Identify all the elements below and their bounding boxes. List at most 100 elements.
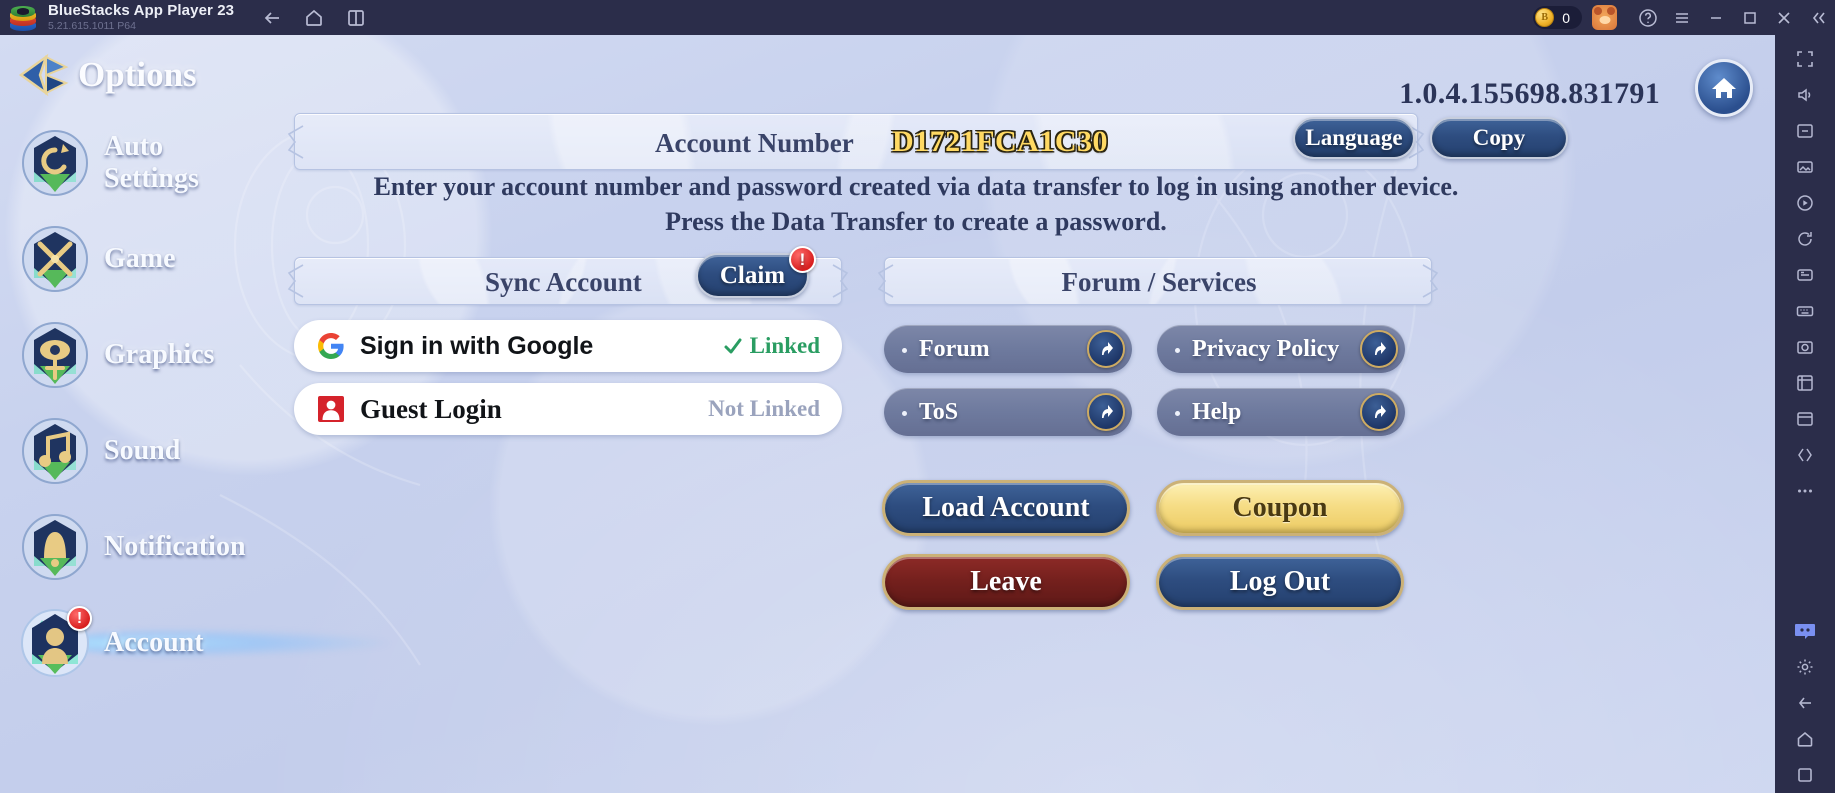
account-page: 1.0.4.155698.831791 Account Number D1721… — [236, 35, 1775, 793]
account-avatar-icon[interactable] — [1592, 5, 1617, 30]
account-number-label: Account Number — [655, 128, 854, 158]
bluestacks-side-toolbar — [1775, 35, 1835, 793]
link-button-label: ToS — [919, 398, 959, 425]
sidebar-item-label: Notification — [104, 531, 246, 562]
sidebar-item-notification[interactable]: Notification — [0, 499, 246, 595]
claim-alert-badge: ! — [789, 246, 816, 273]
trim-icon[interactable] — [1785, 365, 1825, 401]
home-icon[interactable] — [1785, 721, 1825, 757]
login-name: Guest Login — [360, 393, 502, 424]
graphics-crest-icon — [20, 320, 90, 390]
game-crest-icon — [20, 224, 90, 294]
page-title-group: Options — [0, 35, 236, 97]
link-button-label: Privacy Policy — [1192, 335, 1340, 362]
discord-icon[interactable] — [1785, 613, 1825, 649]
menu-icon[interactable] — [1665, 0, 1699, 35]
claim-button-label: Claim — [719, 261, 786, 289]
macro-icon[interactable] — [1785, 257, 1825, 293]
account-crest-icon: ! — [20, 606, 92, 678]
login-name: Sign in with Google — [360, 331, 594, 360]
copy-button[interactable]: Copy — [1430, 117, 1568, 159]
collapse-icon[interactable] — [1801, 0, 1835, 35]
link-button-label: Forum — [919, 335, 990, 362]
game-viewport: Options Auto Settings Game Graphics Soun… — [0, 35, 1775, 793]
link-button-help[interactable]: Help — [1157, 388, 1405, 436]
external-link-icon — [1087, 330, 1125, 368]
page-title: Options — [78, 55, 197, 94]
recents-icon[interactable] — [1785, 757, 1825, 793]
sidebar-item-label: Sound — [104, 435, 181, 466]
sound-crest-icon — [20, 416, 90, 486]
back-icon[interactable] — [1785, 685, 1825, 721]
link-button-privacy-policy[interactable]: Privacy Policy — [1157, 325, 1405, 373]
window-title-bar: BlueStacks App Player 23 5.21.615.1011 P… — [0, 0, 1835, 35]
volume-icon[interactable] — [1785, 77, 1825, 113]
external-link-icon — [1360, 393, 1398, 431]
auto-settings-crest-icon — [20, 128, 90, 198]
coin-counter[interactable]: B 0 — [1533, 6, 1582, 29]
settings-icon[interactable] — [1785, 649, 1825, 685]
language-button[interactable]: Language — [1293, 117, 1415, 159]
bullet-dot-icon — [902, 410, 907, 416]
sidebar-item-auto-settings[interactable]: Auto Settings — [0, 115, 236, 211]
sidebar-item-label: Auto Settings — [104, 131, 199, 194]
keymap-icon[interactable] — [1785, 293, 1825, 329]
sidebar-item-label: Graphics — [104, 339, 215, 370]
script-icon[interactable] — [1785, 437, 1825, 473]
panel-notch-left-icon — [287, 124, 304, 159]
login-status-label: Not Linked — [708, 396, 820, 421]
app-title: BlueStacks App Player 23 — [48, 2, 235, 19]
multi-instance-icon[interactable] — [344, 6, 368, 30]
notification-crest-icon — [20, 512, 90, 582]
login-row-guest[interactable]: Guest Login Not Linked — [294, 383, 842, 435]
login-status-guest: Not Linked — [708, 396, 820, 422]
maximize-icon[interactable] — [1733, 0, 1767, 35]
sidebar-item-label: Game — [104, 243, 176, 274]
options-sidebar: Options Auto Settings Game Graphics Soun… — [0, 35, 246, 793]
link-button-tos[interactable]: ToS — [884, 388, 1132, 436]
claim-button[interactable]: Claim ! — [696, 246, 816, 298]
gallery-icon[interactable] — [1785, 149, 1825, 185]
sidebar-item-sound[interactable]: Sound — [0, 403, 236, 499]
leave-button[interactable]: Leave — [882, 554, 1130, 610]
load-account-button[interactable]: Load Account — [882, 480, 1130, 536]
more-icon[interactable] — [1785, 473, 1825, 509]
help-icon[interactable] — [1631, 0, 1665, 35]
sidebar-item-account[interactable]: ! Account — [0, 595, 236, 691]
home-icon[interactable] — [302, 6, 326, 30]
titlebar-nav-group — [260, 6, 368, 30]
panel-notch-right-icon — [832, 264, 849, 298]
bullet-dot-icon — [902, 347, 907, 353]
log-out-button[interactable]: Log Out — [1156, 554, 1404, 610]
back-icon[interactable] — [260, 6, 284, 30]
coin-count: 0 — [1562, 9, 1570, 26]
account-number-value: D1721FCA1C30 — [892, 125, 1108, 158]
app-version: 5.21.615.1011 P64 — [48, 20, 136, 32]
sidebar-item-graphics[interactable]: Graphics — [0, 307, 236, 403]
rotate-icon[interactable] — [1785, 221, 1825, 257]
bluestacks-window: BlueStacks App Player 23 5.21.615.1011 P… — [0, 0, 1835, 793]
home-button[interactable] — [1695, 59, 1753, 117]
minimize-icon[interactable] — [1699, 0, 1733, 35]
link-button-label: Help — [1192, 398, 1242, 425]
sidebar-item-list: Auto Settings Game Graphics Sound Notifi… — [0, 115, 246, 691]
link-button-forum[interactable]: Forum — [884, 325, 1132, 373]
video-record-icon[interactable] — [1785, 185, 1825, 221]
login-row-google[interactable]: Sign in with Google Linked — [294, 320, 842, 372]
account-notice-line-2: Press the Data Transfer to create a pass… — [665, 207, 1167, 236]
sidebar-item-game[interactable]: Game — [0, 211, 236, 307]
bullet-dot-icon — [1175, 410, 1180, 416]
screenshot-icon[interactable] — [1785, 113, 1825, 149]
coupon-button[interactable]: Coupon — [1156, 480, 1404, 536]
forum-services-title: Forum / Services — [1061, 267, 1257, 297]
login-status-label: Linked — [749, 333, 820, 358]
app-title-group: BlueStacks App Player 23 5.21.615.1011 P… — [48, 2, 235, 33]
camera-icon[interactable] — [1785, 329, 1825, 365]
game-version: 1.0.4.155698.831791 — [1399, 77, 1660, 110]
close-icon[interactable] — [1767, 0, 1801, 35]
panel-notch-left-icon — [287, 264, 304, 298]
fullscreen-icon[interactable] — [1785, 41, 1825, 77]
bullet-dot-icon — [1175, 347, 1180, 353]
media-manager-icon[interactable] — [1785, 401, 1825, 437]
external-link-icon — [1360, 330, 1398, 368]
